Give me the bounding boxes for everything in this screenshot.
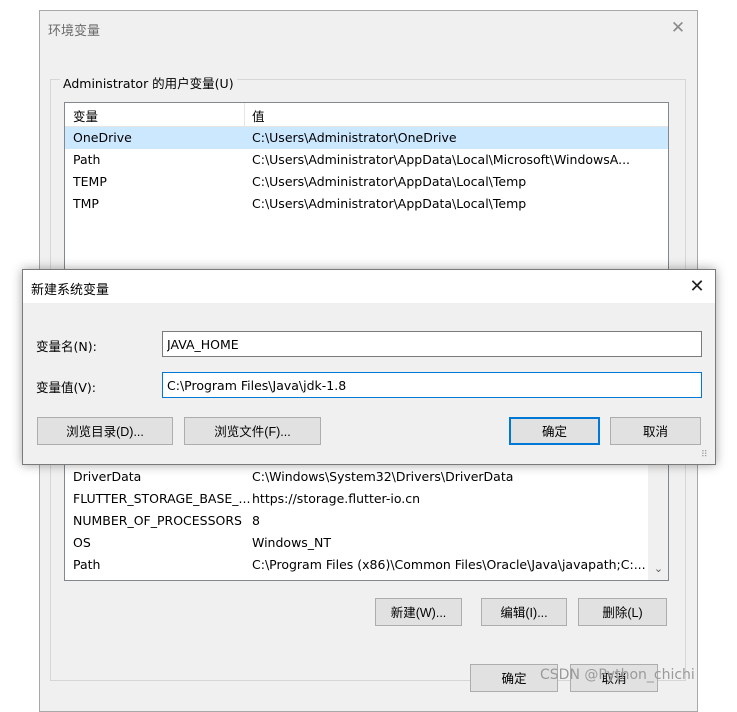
column-header-name[interactable]: 变量 [73, 106, 98, 125]
column-header-value[interactable]: 值 [252, 106, 265, 125]
list-row[interactable]: DriverData C:\Windows\System32\Drivers\D… [65, 466, 668, 488]
ok-button[interactable]: 确定 [509, 417, 600, 445]
user-variables-label: Administrator 的用户变量(U) [60, 73, 237, 92]
list-row[interactable]: OS Windows_NT [65, 532, 668, 554]
variable-value: C:\Users\Administrator\AppData\Local\Mic… [252, 152, 631, 167]
variable-name: Path [73, 152, 101, 167]
variable-value: C:\Windows\System32\Drivers\DriverData [252, 469, 514, 484]
dialog-title: 新建系统变量 [31, 283, 110, 298]
variable-value: Windows_NT [252, 535, 332, 550]
variable-name: FLUTTER_STORAGE_BASE_... [73, 491, 251, 506]
delete-variable-button[interactable]: 删除(L) [578, 598, 667, 626]
list-header: 变量 值 [65, 103, 668, 127]
variable-name: NUMBER_OF_PROCESSORS [73, 513, 242, 528]
list-row[interactable]: Path C:\Users\Administrator\AppData\Loca… [65, 149, 668, 171]
variable-name: TMP [73, 196, 99, 211]
browse-file-button[interactable]: 浏览文件(F)... [184, 417, 321, 445]
window-titlebar: 环境变量 ✕ [40, 11, 697, 45]
close-icon[interactable]: ✕ [666, 16, 690, 40]
list-row[interactable]: TMP C:\Users\Administrator\AppData\Local… [65, 193, 668, 215]
variable-value: C:\Users\Administrator\OneDrive [252, 130, 457, 145]
variable-name: OneDrive [73, 130, 132, 145]
vertical-scrollbar[interactable]: ⌄ [648, 462, 668, 580]
list-row[interactable]: OneDrive C:\Users\Administrator\OneDrive [65, 127, 668, 149]
variable-value: C:\Users\Administrator\AppData\Local\Tem… [252, 196, 527, 211]
column-separator[interactable] [244, 103, 245, 126]
system-variables-list[interactable]: DriverData C:\Windows\System32\Drivers\D… [64, 461, 669, 581]
cancel-button[interactable]: 取消 [610, 417, 701, 445]
variable-value: C:\Program Files (x86)\Common Files\Orac… [252, 557, 646, 572]
edit-variable-button[interactable]: 编辑(I)... [481, 598, 567, 626]
list-row[interactable]: TEMP C:\Users\Administrator\AppData\Loca… [65, 171, 668, 193]
variable-name: DriverData [73, 469, 142, 484]
dialog-titlebar: 新建系统变量 ✕ [23, 270, 715, 303]
variable-name: OS [73, 535, 91, 550]
chevron-down-icon[interactable]: ⌄ [649, 560, 668, 578]
list-row[interactable]: NUMBER_OF_PROCESSORS 8 [65, 510, 668, 532]
list-row[interactable]: FLUTTER_STORAGE_BASE_... https://storage… [65, 488, 668, 510]
new-variable-button[interactable]: 新建(W)... [375, 598, 462, 626]
variable-name-label: 变量名(N): [36, 339, 97, 354]
variable-value-input[interactable] [162, 372, 702, 398]
watermark-text: CSDN @Python_chichi [540, 667, 695, 683]
variable-value: C:\Users\Administrator\AppData\Local\Tem… [252, 174, 527, 189]
list-row[interactable]: Path C:\Program Files (x86)\Common Files… [65, 554, 668, 576]
window-title: 环境变量 [48, 24, 101, 39]
close-icon[interactable]: ✕ [684, 274, 710, 300]
variable-name: TEMP [73, 174, 107, 189]
variable-value: 8 [252, 513, 260, 528]
variable-value-label: 变量值(V): [36, 380, 97, 395]
variable-name-input[interactable] [162, 331, 702, 357]
browse-directory-button[interactable]: 浏览目录(D)... [37, 417, 173, 445]
user-variables-list[interactable]: 变量 值 OneDrive C:\Users\Administrator\One… [64, 102, 669, 284]
variable-name: Path [73, 557, 101, 572]
resize-grip-icon[interactable]: ⠿ [701, 450, 711, 460]
variable-value: https://storage.flutter-io.cn [252, 491, 421, 506]
new-system-variable-dialog: 新建系统变量 ✕ 变量名(N): 变量值(V): 浏览目录(D)... 浏览文件… [22, 269, 716, 465]
